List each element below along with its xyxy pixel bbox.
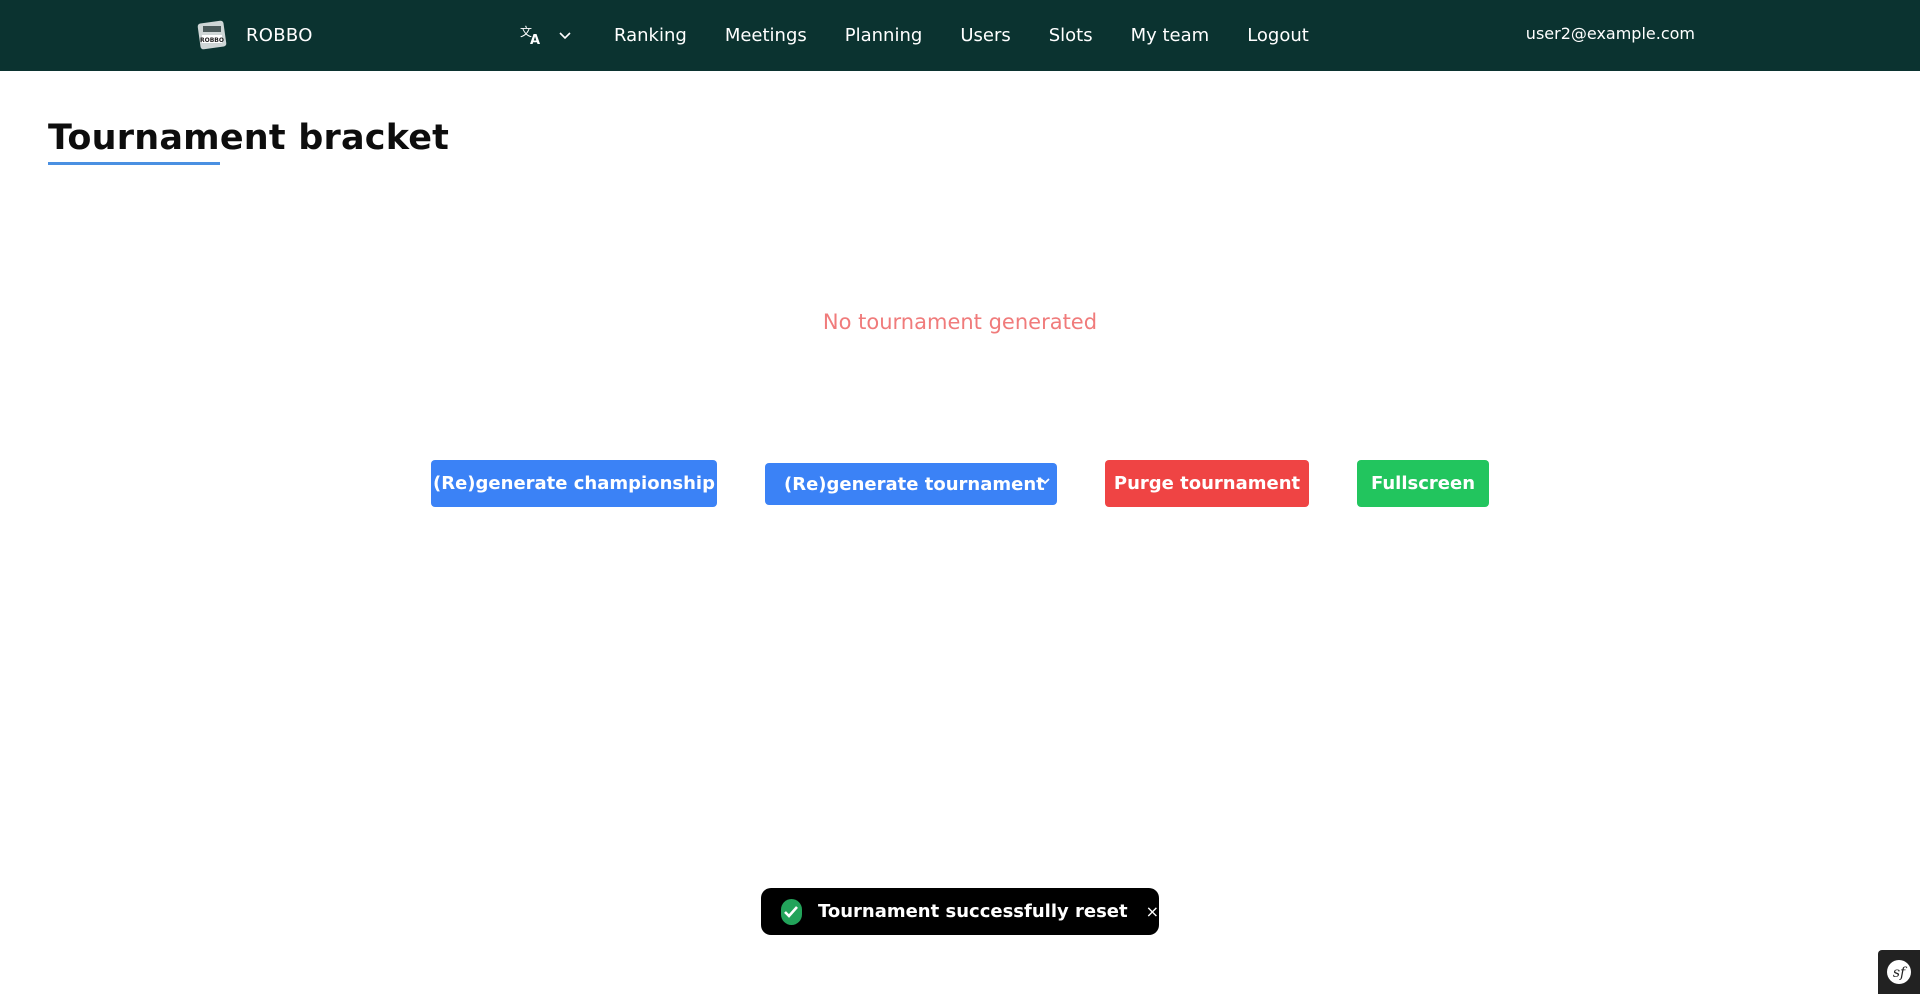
nav-users[interactable]: Users [960,25,1010,46]
page-title: Tournament bracket [48,118,450,158]
main-nav: Ranking Meetings Planning Users Slots My… [614,0,1347,71]
nav-logout[interactable]: Logout [1247,25,1309,46]
toast-message: Tournament successfully reset [817,901,1128,922]
close-icon[interactable]: × [1146,902,1159,921]
empty-state-message: No tournament generated [822,310,1098,334]
brand[interactable]: ROBBO ROBBO [196,16,313,54]
user-email: user2@example.com [1525,24,1695,43]
chevron-down-icon [559,32,571,40]
regenerate-tournament-dropdown[interactable]: (Re)generate tournament [765,463,1057,505]
nav-planning[interactable]: Planning [845,25,923,46]
toast-notification: Tournament successfully reset × [761,888,1159,935]
symfony-icon: sf [1887,960,1911,984]
title-underline [48,162,220,165]
language-selector[interactable]: 文 A [520,22,572,48]
check-icon [781,898,802,925]
svg-text:A: A [530,33,540,46]
nav-my-team[interactable]: My team [1131,25,1210,46]
purge-tournament-button[interactable]: Purge tournament [1105,460,1309,507]
robbo-logo-icon: ROBBO [197,20,227,50]
symfony-toolbar-icon[interactable]: sf [1878,950,1920,994]
regenerate-tournament-label: (Re)generate tournament [784,473,1045,495]
svg-text:ROBBO: ROBBO [200,37,224,44]
brand-name: ROBBO [246,24,313,46]
nav-ranking[interactable]: Ranking [614,25,687,46]
nav-meetings[interactable]: Meetings [725,25,807,46]
nav-slots[interactable]: Slots [1049,25,1093,46]
top-navbar: ROBBO ROBBO 文 A Ranking Meetings Plannin… [0,0,1920,71]
fullscreen-button[interactable]: Fullscreen [1357,460,1489,507]
chevron-down-icon [1040,478,1050,485]
translate-icon: 文 A [520,24,540,46]
regenerate-championship-button[interactable]: (Re)generate championship [431,460,717,507]
